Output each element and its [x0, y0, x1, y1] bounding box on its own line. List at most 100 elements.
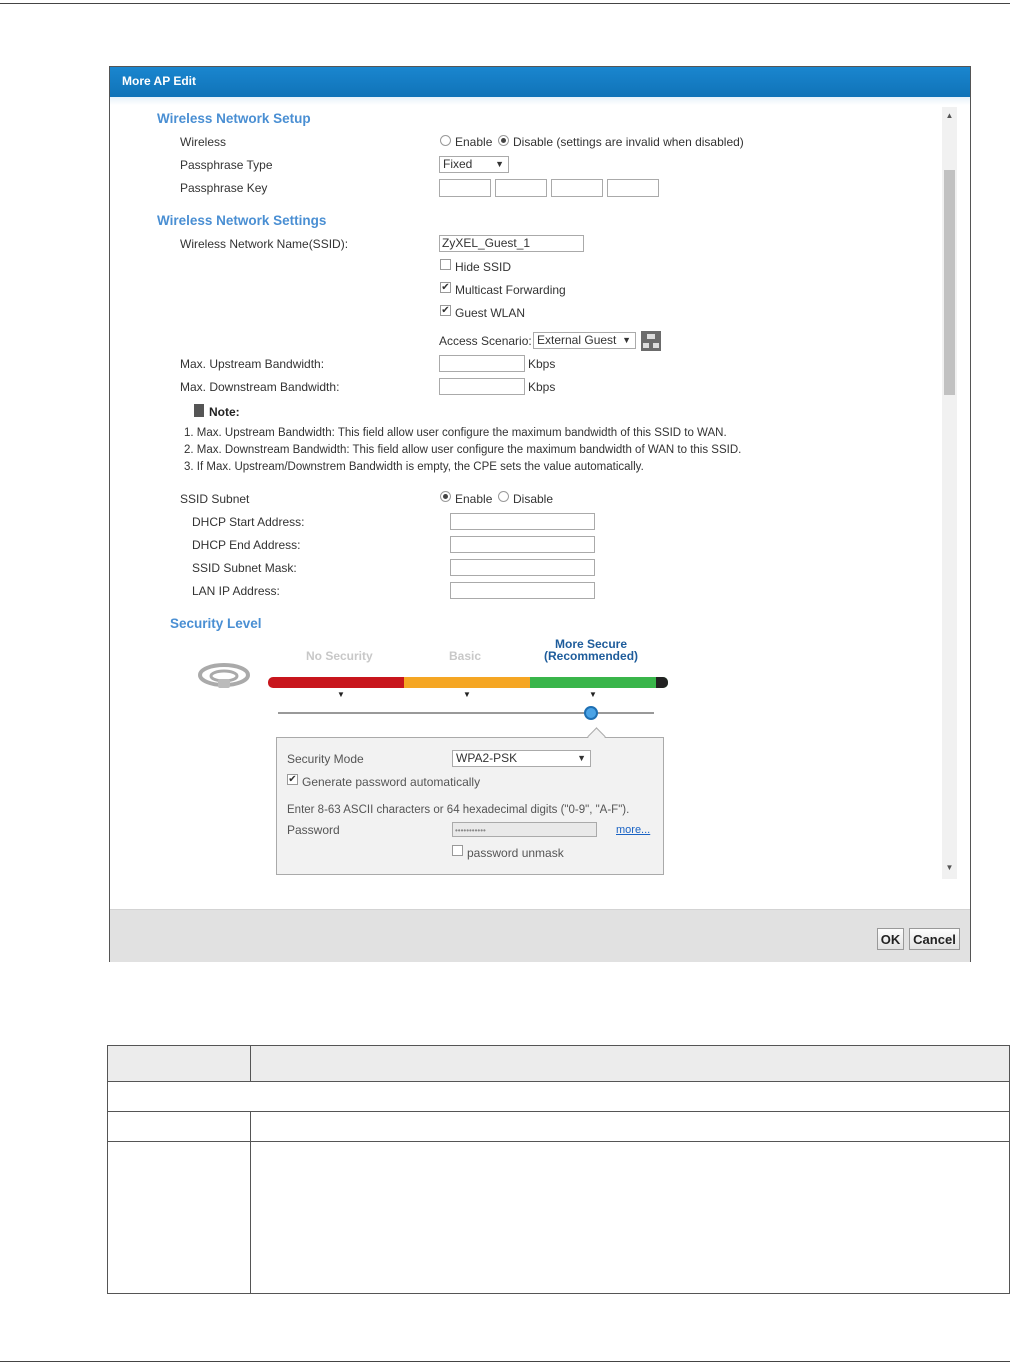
box-pointer [587, 727, 606, 746]
multicast-forwarding-checkbox[interactable]: ✔ [440, 282, 451, 293]
table-cell [250, 1141, 1010, 1294]
note-line-2: 2. Max. Downstream Bandwidth: This field… [184, 444, 742, 456]
level-bar-red [268, 677, 404, 688]
dhcp-start-label: DHCP Start Address: [192, 515, 305, 529]
level-bar-end [656, 677, 668, 688]
dhcp-end-input[interactable] [450, 536, 595, 553]
password-label: Password [287, 823, 340, 837]
hide-ssid-label: Hide SSID [455, 260, 512, 274]
access-scenario-label: Access Scenario: [439, 334, 532, 348]
password-hint: Enter 8-63 ASCII characters or 64 hexade… [287, 804, 630, 816]
table-header-cell [250, 1045, 1010, 1082]
guest-wlan-checkbox[interactable]: ✔ [440, 305, 451, 316]
chevron-down-icon: ▼ [495, 159, 504, 169]
network-topology-icon[interactable] [641, 331, 661, 351]
passphrase-key-field-2[interactable] [495, 179, 547, 197]
note-icon [194, 404, 204, 417]
wireless-disable-label: Disable (settings are invalid when disab… [513, 135, 744, 149]
more-ap-edit-dialog: More AP Edit ▲ ▼ Wireless Network Setup … [109, 66, 971, 962]
section-title-settings: Wireless Network Settings [157, 213, 327, 228]
section-title-security: Security Level [170, 616, 262, 631]
table-row [107, 1081, 1010, 1112]
note-line-3: 3. If Max. Upstream/Downstrem Bandwidth … [184, 461, 644, 473]
access-scenario-value: External Guest [537, 333, 617, 347]
dhcp-start-input[interactable] [450, 513, 595, 530]
security-mode-value: WPA2-PSK [456, 751, 518, 765]
page-top-rule [0, 3, 1010, 4]
table-row [107, 1111, 1010, 1142]
level-basic[interactable]: Basic [449, 649, 481, 663]
level-no-security[interactable]: No Security [306, 649, 373, 663]
lan-ip-label: LAN IP Address: [192, 584, 280, 598]
level-recommended: (Recommended) [544, 649, 639, 663]
upstream-bandwidth-input[interactable] [439, 355, 525, 372]
page-bottom-rule [0, 1361, 1010, 1362]
table-header-row [107, 1045, 1010, 1082]
table-row [107, 1141, 1010, 1294]
more-link[interactable]: more... [616, 824, 650, 836]
upstream-bandwidth-label: Max. Upstream Bandwidth: [180, 357, 325, 371]
note-line-1: 1. Max. Upstream Bandwidth: This field a… [184, 427, 727, 439]
passphrase-type-select[interactable]: Fixed ▼ [439, 156, 509, 173]
security-mode-select[interactable]: WPA2-PSK ▼ [452, 750, 591, 767]
guest-wlan-label: Guest WLAN [455, 306, 526, 320]
chevron-down-icon: ▼ [577, 753, 586, 763]
field-description-table [107, 1045, 1010, 1294]
wifi-router-icon [198, 661, 250, 691]
level-bar-orange [404, 677, 530, 688]
subnet-enable-radio[interactable] [440, 491, 451, 502]
passphrase-key-field-4[interactable] [607, 179, 659, 197]
lan-ip-input[interactable] [450, 582, 595, 599]
ssid-subnet-label: SSID Subnet [180, 492, 250, 506]
passphrase-key-field-3[interactable] [551, 179, 603, 197]
generate-password-label: Generate password automatically [302, 775, 481, 789]
dhcp-end-label: DHCP End Address: [192, 538, 301, 552]
downstream-unit: Kbps [528, 380, 556, 394]
ssid-input[interactable]: ZyXEL_Guest_1 [439, 235, 584, 252]
table-cell [107, 1111, 251, 1142]
downstream-bandwidth-input[interactable] [439, 378, 525, 395]
subnet-mask-label: SSID Subnet Mask: [192, 561, 297, 575]
note-title: Note: [209, 405, 240, 419]
cancel-button[interactable]: Cancel [909, 928, 960, 950]
scrollbar-thumb[interactable] [944, 170, 955, 395]
scroll-up-icon[interactable]: ▲ [942, 109, 957, 123]
subnet-disable-radio[interactable] [498, 491, 509, 502]
password-unmask-label: password unmask [467, 846, 564, 860]
subnet-enable-label: Enable [455, 492, 493, 506]
level-slider-handle[interactable] [584, 706, 598, 720]
password-input[interactable]: ••••••••••• [452, 822, 597, 837]
dialog-footer: OK Cancel [110, 909, 970, 962]
chevron-down-icon: ▼ [622, 335, 631, 345]
table-cell [250, 1111, 1010, 1142]
marker-more-secure: ▼ [589, 690, 597, 699]
password-unmask-checkbox[interactable] [452, 845, 463, 856]
section-title-setup: Wireless Network Setup [157, 111, 311, 126]
subnet-disable-label: Disable [513, 492, 554, 506]
downstream-bandwidth-label: Max. Downstream Bandwidth: [180, 380, 340, 394]
wireless-label: Wireless [180, 135, 227, 149]
subnet-mask-input[interactable] [450, 559, 595, 576]
marker-basic: ▼ [463, 690, 471, 699]
passphrase-key-label: Passphrase Key [180, 181, 268, 195]
table-cell [107, 1081, 1010, 1112]
generate-password-checkbox[interactable]: ✔ [287, 774, 298, 785]
table-header-cell [107, 1045, 251, 1082]
titlebar-fade [110, 97, 970, 105]
passphrase-type-value: Fixed [443, 157, 473, 171]
security-settings-box: Security Mode WPA2-PSK ▼ ✔ Generate pass… [276, 727, 664, 875]
level-bar-green [530, 677, 668, 688]
dialog-title: More AP Edit [122, 74, 197, 88]
scroll-down-icon[interactable]: ▼ [942, 861, 957, 875]
ssid-label: Wireless Network Name(SSID): [180, 237, 349, 251]
wireless-disable-radio[interactable] [498, 135, 509, 146]
passphrase-type-label: Passphrase Type [180, 158, 273, 172]
table-cell [107, 1141, 251, 1294]
passphrase-key-field-1[interactable] [439, 179, 491, 197]
security-mode-label: Security Mode [287, 752, 364, 766]
marker-no-security: ▼ [337, 690, 345, 699]
access-scenario-select[interactable]: External Guest ▼ [533, 332, 636, 349]
ok-button[interactable]: OK [877, 928, 904, 950]
wireless-enable-radio[interactable] [440, 135, 451, 146]
hide-ssid-checkbox[interactable] [440, 259, 451, 270]
